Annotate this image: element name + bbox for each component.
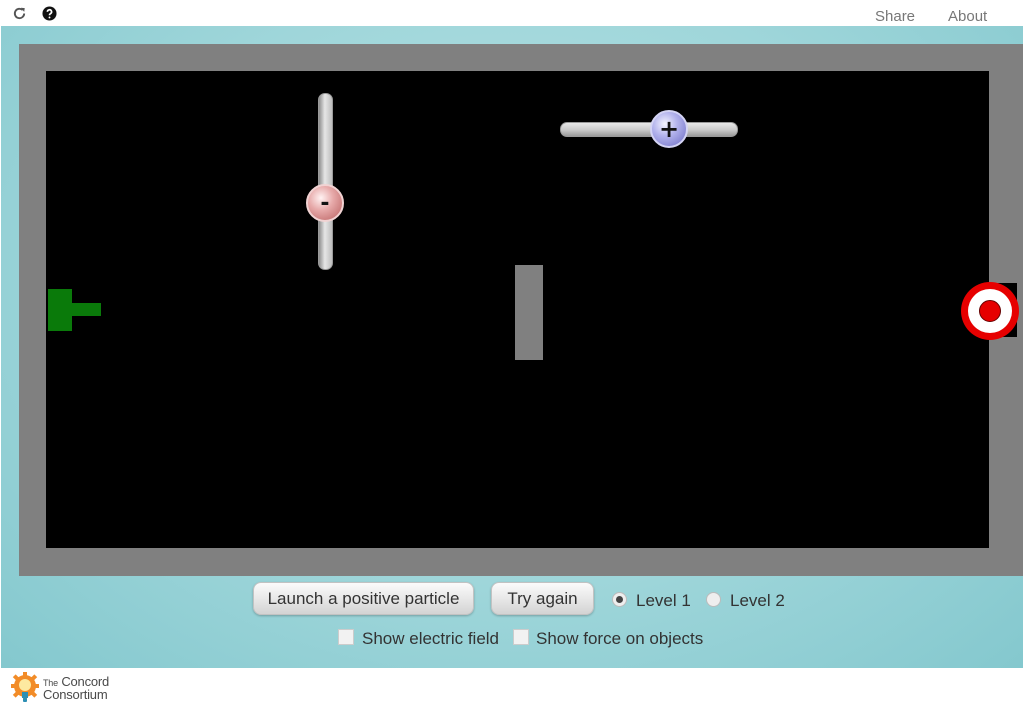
level-2-radio[interactable]	[706, 592, 721, 607]
wall-obstacle	[515, 265, 543, 360]
help-icon[interactable]	[41, 5, 57, 21]
show-force-label[interactable]: Show force on objects	[536, 629, 703, 649]
cannon-barrel	[72, 303, 101, 316]
negative-charge[interactable]: -	[306, 184, 344, 222]
try-again-button[interactable]: Try again	[491, 582, 594, 615]
launch-button[interactable]: Launch a positive particle	[253, 582, 474, 615]
lightbulb-gear-icon[interactable]	[10, 672, 40, 706]
top-bar: Share About	[0, 0, 1024, 26]
logo-consortium: Consortium	[43, 687, 108, 702]
share-link[interactable]: Share	[875, 8, 915, 25]
cannon-body	[48, 289, 72, 331]
show-electric-field-checkbox[interactable]	[338, 629, 354, 645]
level-1-radio[interactable]	[612, 592, 627, 607]
concord-logo-text[interactable]: The Concord Consortium	[43, 675, 109, 702]
footer: The Concord Consortium	[0, 668, 1024, 712]
target	[961, 282, 1019, 340]
show-force-checkbox[interactable]	[513, 629, 529, 645]
positive-charge[interactable]: +	[650, 110, 688, 148]
level-1-label[interactable]: Level 1	[636, 591, 691, 611]
show-electric-field-label[interactable]: Show electric field	[362, 629, 499, 649]
about-link[interactable]: About	[948, 8, 987, 25]
horizontal-rail	[560, 122, 738, 137]
vertical-rail	[318, 93, 333, 270]
target-ring	[968, 289, 1012, 333]
level-2-label[interactable]: Level 2	[730, 591, 785, 611]
target-bullseye	[979, 300, 1001, 322]
reload-icon[interactable]	[11, 5, 27, 21]
